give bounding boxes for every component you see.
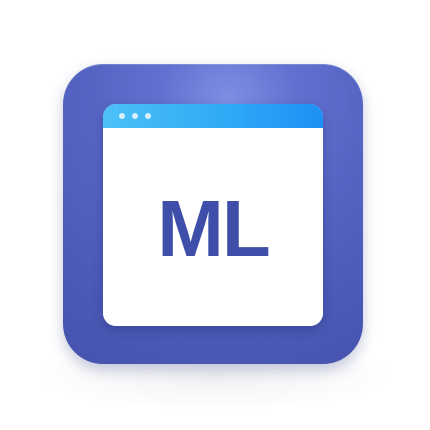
ml-app-icon[interactable]: ML: [63, 64, 363, 364]
window-title-bar: [103, 104, 323, 128]
window-dot-icon: [145, 113, 151, 119]
window-dot-icon: [119, 113, 125, 119]
browser-window-icon: ML: [103, 104, 323, 326]
icon-canvas: ML: [0, 0, 430, 430]
ml-label: ML: [157, 184, 271, 273]
window-content: ML: [103, 128, 323, 326]
window-dot-icon: [132, 113, 138, 119]
